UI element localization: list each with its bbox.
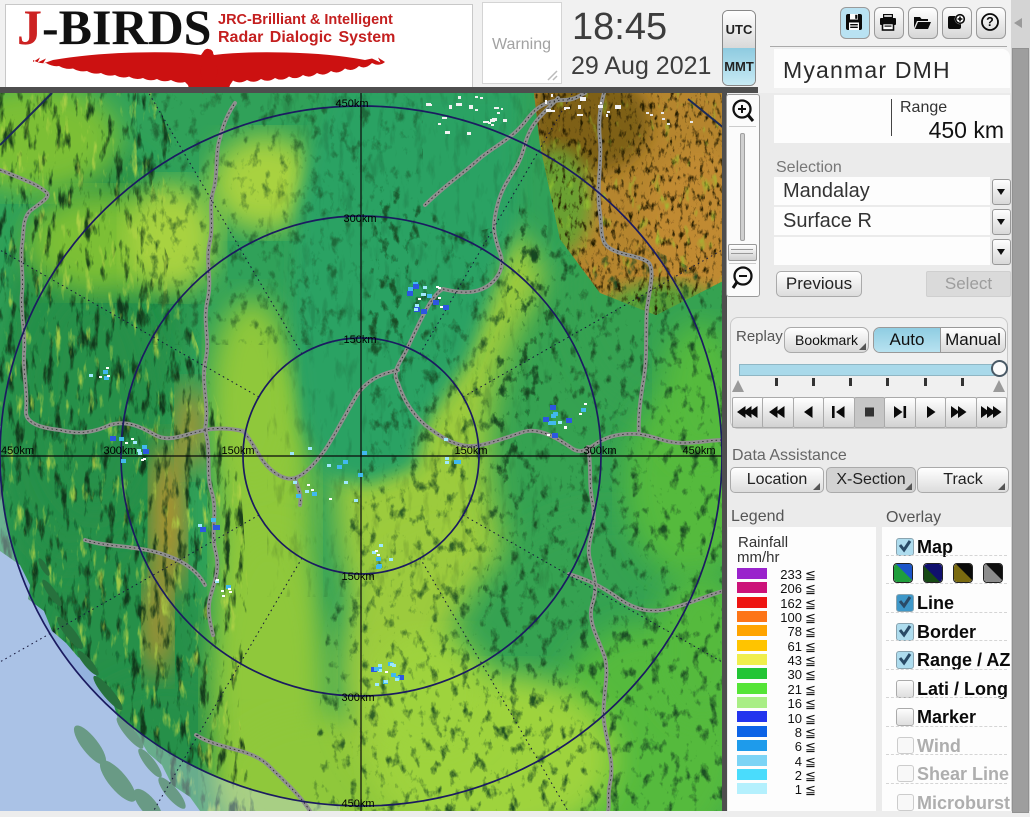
svg-text:150km: 150km [454, 445, 487, 457]
svg-text:450km: 450km [1, 445, 34, 457]
svg-text:450km: 450km [682, 445, 715, 457]
svg-text:?: ? [986, 15, 994, 29]
svg-text:300km: 300km [583, 445, 616, 457]
svg-text:450km: 450km [341, 798, 374, 810]
svg-text:150km: 150km [341, 571, 374, 583]
svg-text:150km: 150km [343, 334, 376, 346]
svg-text:150km: 150km [221, 445, 254, 457]
svg-text:450km: 450km [335, 98, 368, 110]
svg-text:300km: 300km [341, 692, 374, 704]
svg-text:300km: 300km [343, 213, 376, 225]
svg-text:300km: 300km [103, 445, 136, 457]
